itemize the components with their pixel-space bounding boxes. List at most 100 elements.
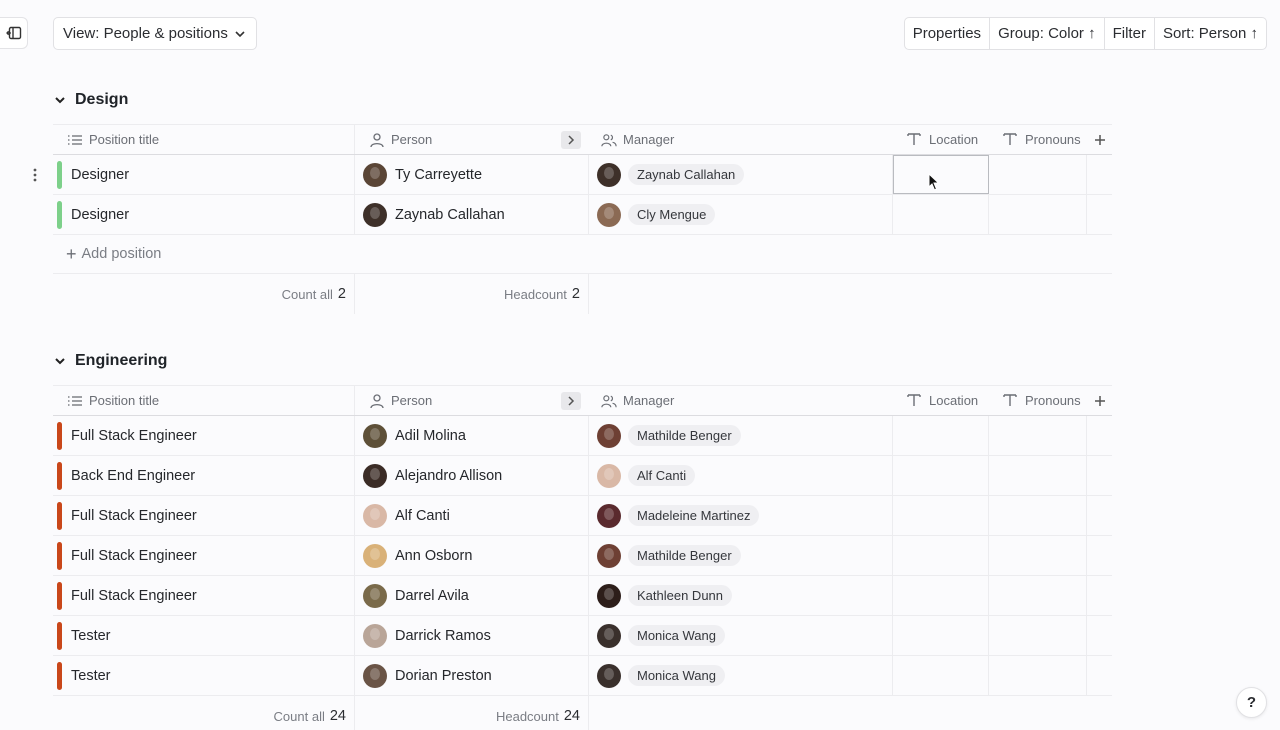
manager-pill[interactable]: Kathleen Dunn xyxy=(628,585,733,606)
headcount-summary[interactable]: Headcount 2 xyxy=(355,274,589,314)
table-row[interactable]: Full Stack Engineer Darrel Avila Kathlee… xyxy=(53,576,1112,616)
pronouns-cell[interactable] xyxy=(989,416,1087,455)
manager-cell[interactable]: Cly Mengue xyxy=(589,195,893,234)
properties-button[interactable]: Properties xyxy=(905,18,991,49)
table-row[interactable]: Full Stack Engineer Ann Osborn Mathilde … xyxy=(53,536,1112,576)
table-row[interactable]: Tester Dorian Preston Monica Wang xyxy=(53,656,1112,696)
pronouns-cell[interactable] xyxy=(989,576,1087,615)
location-cell[interactable] xyxy=(893,496,989,535)
person-cell[interactable]: Ty Carreyette xyxy=(355,155,589,194)
color-indicator xyxy=(57,621,62,650)
column-header-pronouns[interactable]: Pronouns xyxy=(989,386,1087,415)
add-position-button[interactable]: + Add position xyxy=(53,235,1112,274)
position-cell[interactable]: Designer xyxy=(53,155,355,194)
position-cell[interactable]: Full Stack Engineer xyxy=(53,496,355,535)
location-cell[interactable] xyxy=(893,456,989,495)
table-row[interactable]: Tester Darrick Ramos Monica Wang xyxy=(53,616,1112,656)
column-header-location[interactable]: Location xyxy=(893,125,989,154)
manager-cell[interactable]: Mathilde Benger xyxy=(589,416,893,455)
location-cell[interactable] xyxy=(893,576,989,615)
manager-cell[interactable]: Kathleen Dunn xyxy=(589,576,893,615)
expand-column-button[interactable] xyxy=(561,131,581,149)
manager-pill[interactable]: Alf Canti xyxy=(628,465,696,486)
position-cell[interactable]: Designer xyxy=(53,195,355,234)
column-header-manager[interactable]: Manager xyxy=(589,125,893,154)
position-cell[interactable]: Full Stack Engineer xyxy=(53,576,355,615)
column-header-person[interactable]: Person xyxy=(355,386,589,415)
location-cell[interactable] xyxy=(893,656,989,695)
view-selector-button[interactable]: View: People & positions xyxy=(53,17,257,50)
manager-pill[interactable]: Mathilde Benger xyxy=(628,545,741,566)
group-button[interactable]: Group: Color ↑ xyxy=(990,18,1105,49)
column-header-position[interactable]: Position title xyxy=(53,125,355,154)
position-cell[interactable]: Tester xyxy=(53,656,355,695)
column-header-location[interactable]: Location xyxy=(893,386,989,415)
color-indicator xyxy=(57,581,62,610)
people-icon xyxy=(601,393,617,409)
manager-cell[interactable]: Madeleine Martinez xyxy=(589,496,893,535)
pronouns-cell[interactable] xyxy=(989,496,1087,535)
location-cell[interactable] xyxy=(893,155,989,194)
location-cell[interactable] xyxy=(893,416,989,455)
location-cell[interactable] xyxy=(893,536,989,575)
person-cell[interactable]: Alf Canti xyxy=(355,496,589,535)
manager-pill[interactable]: Cly Mengue xyxy=(628,204,716,225)
pronouns-cell[interactable] xyxy=(989,195,1087,234)
manager-cell[interactable]: Zaynab Callahan xyxy=(589,155,893,194)
column-header-pronouns[interactable]: Pronouns xyxy=(989,125,1087,154)
group-header-engineering[interactable]: Engineering xyxy=(53,352,167,370)
plus-icon xyxy=(1094,134,1105,145)
table-row[interactable]: Full Stack Engineer Adil Molina Mathilde… xyxy=(53,416,1112,456)
count-all-summary[interactable]: Count all 24 xyxy=(53,696,355,730)
chevron-down-icon[interactable] xyxy=(53,93,67,107)
person-cell[interactable]: Dorian Preston xyxy=(355,656,589,695)
filter-button[interactable]: Filter xyxy=(1105,18,1155,49)
pronouns-cell[interactable] xyxy=(989,616,1087,655)
manager-cell[interactable]: Mathilde Benger xyxy=(589,536,893,575)
add-column-button[interactable] xyxy=(1087,386,1112,415)
manager-pill[interactable]: Mathilde Benger xyxy=(628,425,741,446)
manager-cell[interactable]: Alf Canti xyxy=(589,456,893,495)
headcount-summary[interactable]: Headcount 24 xyxy=(355,696,589,730)
table-row[interactable]: Designer Zaynab Callahan Cly Mengue xyxy=(53,195,1112,235)
group-header-design[interactable]: Design xyxy=(53,91,128,109)
manager-cell[interactable]: Monica Wang xyxy=(589,616,893,655)
location-cell[interactable] xyxy=(893,195,989,234)
manager-pill[interactable]: Zaynab Callahan xyxy=(628,164,745,185)
count-all-summary[interactable]: Count all 2 xyxy=(53,274,355,314)
add-column-button[interactable] xyxy=(1087,125,1112,154)
manager-cell[interactable]: Monica Wang xyxy=(589,656,893,695)
position-cell[interactable]: Tester xyxy=(53,616,355,655)
row-actions-icon[interactable] xyxy=(29,167,41,183)
pronouns-cell[interactable] xyxy=(989,656,1087,695)
pronouns-cell[interactable] xyxy=(989,456,1087,495)
location-cell[interactable] xyxy=(893,616,989,655)
table-row[interactable]: Designer Ty Carreyette Zaynab Callahan xyxy=(53,155,1112,195)
manager-pill[interactable]: Madeleine Martinez xyxy=(628,505,760,526)
position-cell[interactable]: Full Stack Engineer xyxy=(53,416,355,455)
pronouns-cell[interactable] xyxy=(989,155,1087,194)
manager-pill[interactable]: Monica Wang xyxy=(628,665,725,686)
person-cell[interactable]: Adil Molina xyxy=(355,416,589,455)
column-header-person[interactable]: Person xyxy=(355,125,589,154)
position-cell[interactable]: Back End Engineer xyxy=(53,456,355,495)
position-cell[interactable]: Full Stack Engineer xyxy=(53,536,355,575)
person-cell[interactable]: Alejandro Allison xyxy=(355,456,589,495)
table-row[interactable]: Back End Engineer Alejandro Allison Alf … xyxy=(53,456,1112,496)
pronouns-cell[interactable] xyxy=(989,536,1087,575)
chevron-down-icon[interactable] xyxy=(53,354,67,368)
person-cell[interactable]: Zaynab Callahan xyxy=(355,195,589,234)
column-header-manager[interactable]: Manager xyxy=(589,386,893,415)
sort-button[interactable]: Sort: Person ↑ xyxy=(1155,18,1266,49)
column-header-label: Location xyxy=(929,393,979,408)
person-cell[interactable]: Ann Osborn xyxy=(355,536,589,575)
person-cell[interactable]: Darrel Avila xyxy=(355,576,589,615)
avatar xyxy=(363,543,387,568)
person-cell[interactable]: Darrick Ramos xyxy=(355,616,589,655)
table-row[interactable]: Full Stack Engineer Alf Canti Madeleine … xyxy=(53,496,1112,536)
column-header-position[interactable]: Position title xyxy=(53,386,355,415)
manager-pill[interactable]: Monica Wang xyxy=(628,625,725,646)
expand-column-button[interactable] xyxy=(561,392,581,410)
help-button[interactable]: ? xyxy=(1236,687,1267,718)
sidebar-toggle-button[interactable] xyxy=(0,17,28,49)
